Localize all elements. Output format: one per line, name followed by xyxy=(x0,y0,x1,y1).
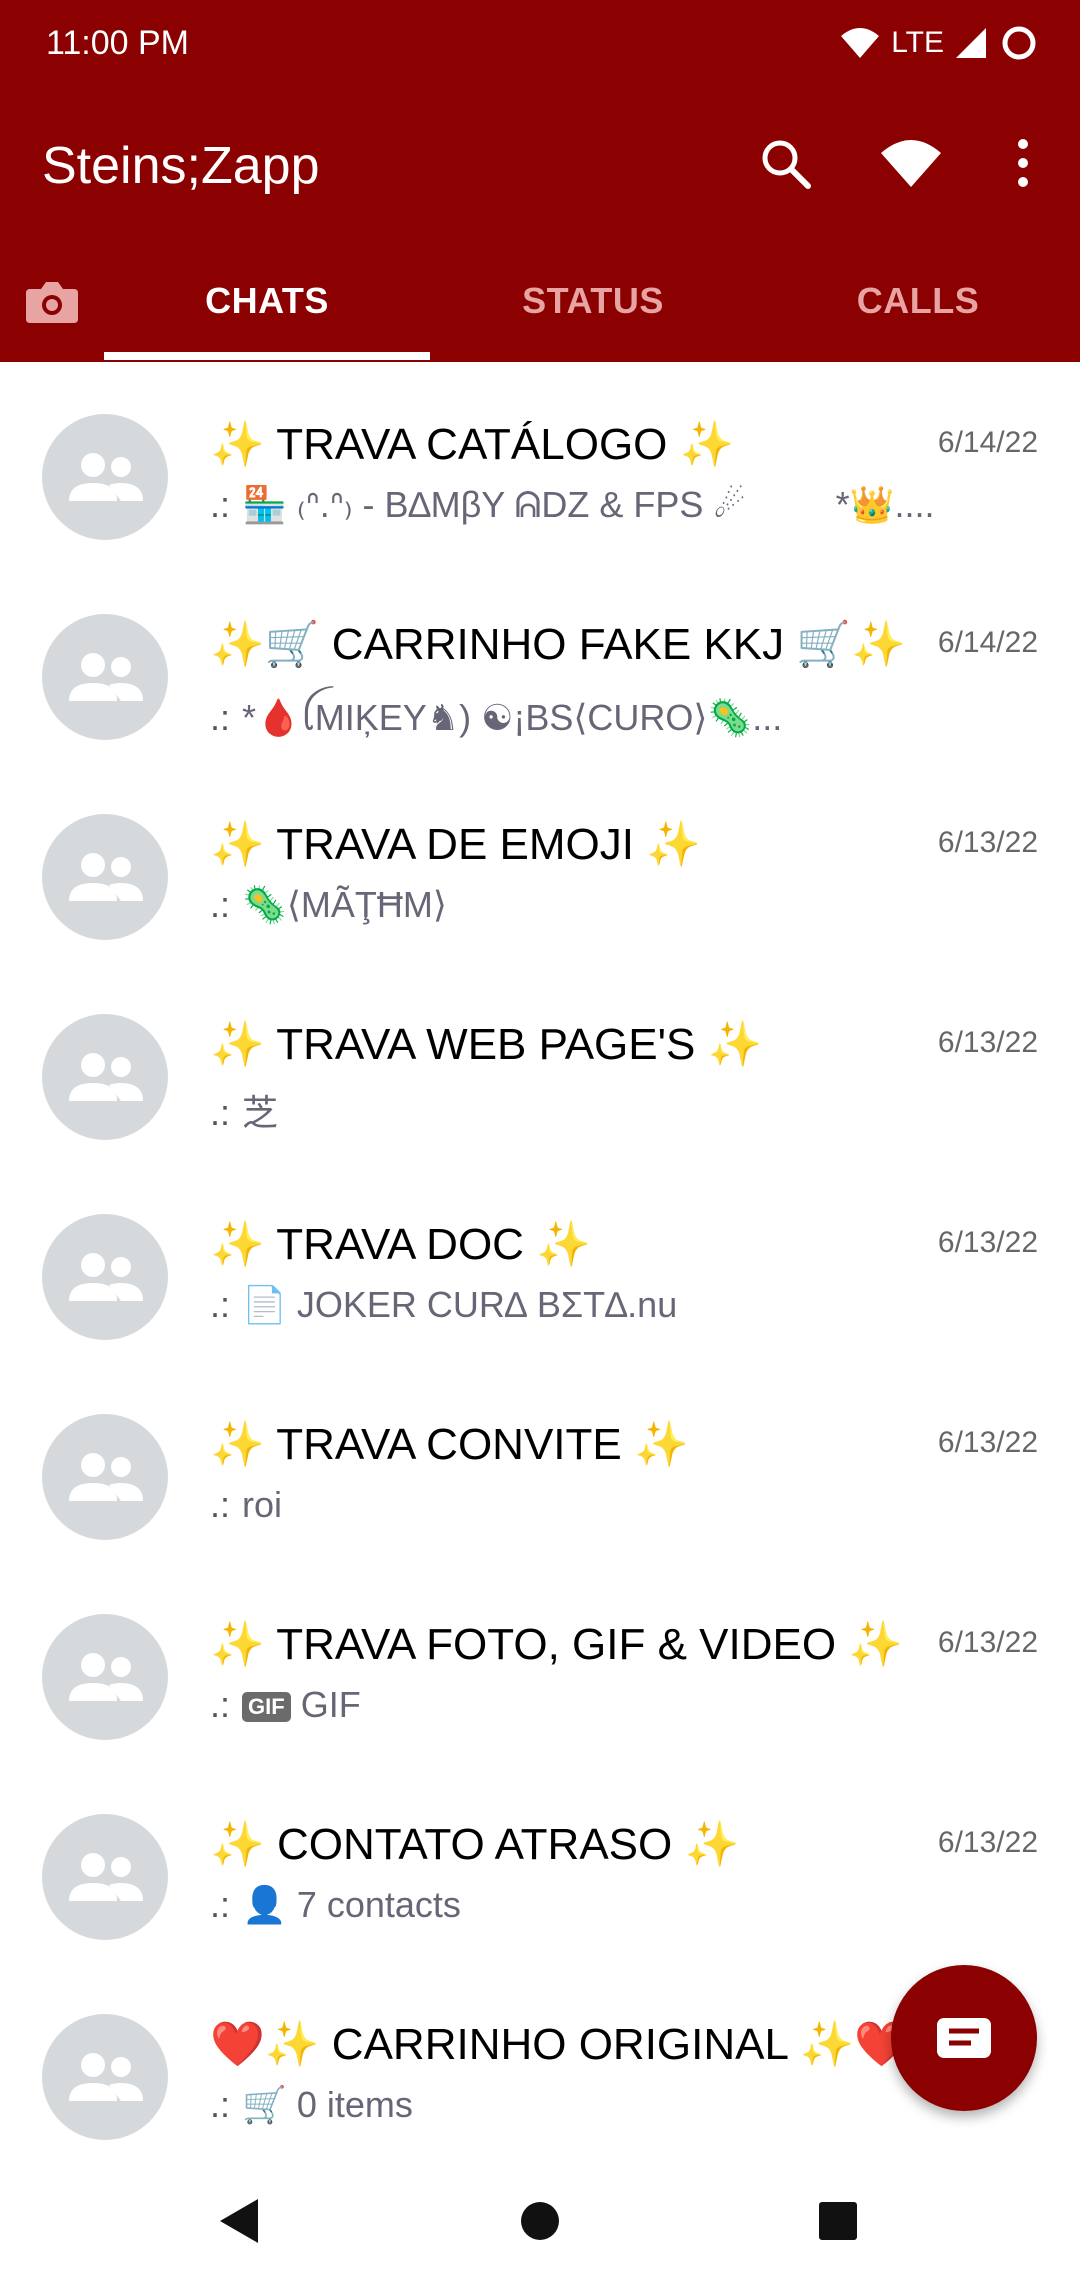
chat-preview: .: GIF GIF xyxy=(210,1684,361,1726)
preview-text: 🏪 ₍ᐢ.ᐢ₎ - B∆MβY ᕱDZ & FPS ☄ xyxy=(242,484,746,525)
more-vert-icon[interactable] xyxy=(988,128,1058,198)
back-icon[interactable] xyxy=(204,2186,274,2256)
search-icon[interactable] xyxy=(750,128,820,198)
preview-prefix: .: xyxy=(210,1484,231,1525)
chat-date: 6/13/22 xyxy=(937,1026,1038,1059)
chat-row[interactable]: ✨ TRAVA DE EMOJI ✨ 6/13/22 .: 🦠⟨MÃŢĦM⟩ xyxy=(0,762,1080,962)
preview-text: 👤 7 contacts xyxy=(242,1884,461,1925)
app-title: Steins;Zapp xyxy=(42,137,320,195)
group-icon xyxy=(42,1014,168,1140)
network-type: LTE xyxy=(891,26,944,59)
wifi-icon[interactable] xyxy=(876,128,946,198)
chat-date: 6/13/22 xyxy=(937,1426,1038,1459)
chat-name: ✨ TRAVA CONVITE ✨ xyxy=(210,1420,689,1469)
preview-prefix: .: xyxy=(210,1092,231,1133)
chat-name: ✨ TRAVA CATÁLOGO ✨ xyxy=(210,420,735,469)
chat-row[interactable]: ✨ TRAVA CONVITE ✨ 6/13/22 .: roi xyxy=(0,1362,1080,1562)
gif-icon: GIF xyxy=(242,1692,291,1723)
chat-preview: .: roi xyxy=(210,1484,282,1526)
preview-text: roi xyxy=(242,1484,283,1525)
chat-name: ✨ TRAVA FOTO, GIF & VIDEO ✨ xyxy=(210,1620,904,1669)
preview-tail: *👑.... xyxy=(835,484,935,525)
group-icon xyxy=(42,1414,168,1540)
preview-text: GIF xyxy=(300,1684,361,1725)
group-icon xyxy=(42,414,168,540)
chat-row[interactable]: ✨ TRAVA DOC ✨ 6/13/22 .: 📄 JOKER CUR∆ BΣT… xyxy=(0,1162,1080,1362)
chat-preview: .: 🏪 ₍ᐢ.ᐢ₎ - B∆MβY ᕱDZ & FPS ☄ *👑.... xyxy=(210,484,934,527)
chat-date: 6/13/22 xyxy=(937,1826,1038,1859)
chat-name: ✨ TRAVA DE EMOJI ✨ xyxy=(210,820,701,869)
chat-name: ❤️✨ CARRINHO ORIGINAL ✨❤️ xyxy=(210,2020,910,2069)
group-icon xyxy=(42,614,168,740)
recents-icon[interactable] xyxy=(803,2186,873,2256)
signal-icon xyxy=(956,28,986,58)
chat-date: 6/13/22 xyxy=(937,826,1038,859)
preview-prefix: .: xyxy=(210,1884,231,1925)
home-icon[interactable] xyxy=(505,2186,575,2256)
group-icon xyxy=(42,814,168,940)
group-icon xyxy=(42,1214,168,1340)
chat-preview: .: *🩸ꪶMIĶEY♞) ☯¡BS⟨CURO⟩🦠... xyxy=(210,684,782,759)
new-chat-button[interactable] xyxy=(891,1965,1037,2111)
preview-prefix: .: xyxy=(210,697,231,738)
status-bar: 11:00 PM LTE xyxy=(0,0,1080,90)
preview-text: 🦠⟨MÃŢĦM⟩ xyxy=(242,884,447,925)
group-icon xyxy=(42,2014,168,2140)
new-chat-icon xyxy=(937,2018,991,2058)
preview-prefix: .: xyxy=(210,884,231,925)
chat-row[interactable]: ✨ TRAVA CATÁLOGO ✨ 6/14/22 .: 🏪 ₍ᐢ.ᐢ₎ - B… xyxy=(0,362,1080,562)
chat-date: 6/14/22 xyxy=(937,426,1038,459)
chat-name: ✨ CONTATO ATRASO ✨ xyxy=(210,1820,740,1869)
preview-text: 🛒 0 items xyxy=(242,2084,413,2125)
tab-indicator xyxy=(104,352,430,360)
preview-text: 芝 xyxy=(242,1092,279,1133)
app-bar: 11:00 PM LTE Steins;Zapp CHATS STATUS CA… xyxy=(0,0,1080,362)
preview-prefix: .: xyxy=(210,1284,231,1325)
toolbar: Steins;Zapp xyxy=(0,100,1080,230)
preview-text: 📄 JOKER CUR∆ BΣT∆.nu xyxy=(242,1284,678,1325)
preview-prefix: .: xyxy=(210,2084,231,2125)
chat-row[interactable]: ✨🛒 CARRINHO FAKE KKJ 🛒✨ 6/14/22 .: *🩸ꪶMIĶ… xyxy=(0,562,1080,762)
chat-row[interactable]: ✨ TRAVA WEB PAGE'S ✨ 6/13/22 .: 芝 xyxy=(0,962,1080,1162)
status-icons: LTE xyxy=(839,22,1040,64)
chat-name: ✨ TRAVA DOC ✨ xyxy=(210,1220,591,1269)
chat-preview: .: 🛒 0 items xyxy=(210,2084,413,2126)
tab-calls[interactable]: CALLS xyxy=(756,240,1080,362)
battery-circle-icon xyxy=(1002,26,1036,60)
chat-preview: .: 📄 JOKER CUR∆ BΣT∆.nu xyxy=(210,1284,677,1326)
tab-chats[interactable]: CHATS xyxy=(104,240,430,362)
chat-name: ✨ TRAVA WEB PAGE'S ✨ xyxy=(210,1020,763,1069)
tab-bar: CHATS STATUS CALLS xyxy=(0,240,1080,362)
chat-row[interactable]: ✨ TRAVA FOTO, GIF & VIDEO ✨ 6/13/22 .: GI… xyxy=(0,1562,1080,1762)
preview-prefix: .: xyxy=(210,484,231,525)
preview-text: *🩸ꪶMIĶEY♞) ☯¡BS⟨CURO⟩🦠... xyxy=(242,697,783,738)
chat-date: 6/14/22 xyxy=(937,626,1038,659)
chat-date: 6/13/22 xyxy=(937,1226,1038,1259)
preview-prefix: .: xyxy=(210,1684,231,1725)
chat-date: 6/13/22 xyxy=(937,1626,1038,1659)
system-nav-bar xyxy=(0,2160,1080,2280)
chat-row[interactable]: ✨ CONTATO ATRASO ✨ 6/13/22 .: 👤 7 contact… xyxy=(0,1762,1080,1962)
group-icon xyxy=(42,1814,168,1940)
group-icon xyxy=(42,1614,168,1740)
tab-status[interactable]: STATUS xyxy=(430,240,756,362)
chat-preview: .: 芝 xyxy=(210,1084,278,1136)
chat-preview: .: 🦠⟨MÃŢĦM⟩ xyxy=(210,884,447,926)
status-time: 11:00 PM xyxy=(46,24,190,62)
chat-name: ✨🛒 CARRINHO FAKE KKJ 🛒✨ xyxy=(210,620,906,669)
chat-preview: .: 👤 7 contacts xyxy=(210,1884,461,1926)
wifi-status-icon xyxy=(841,28,880,58)
